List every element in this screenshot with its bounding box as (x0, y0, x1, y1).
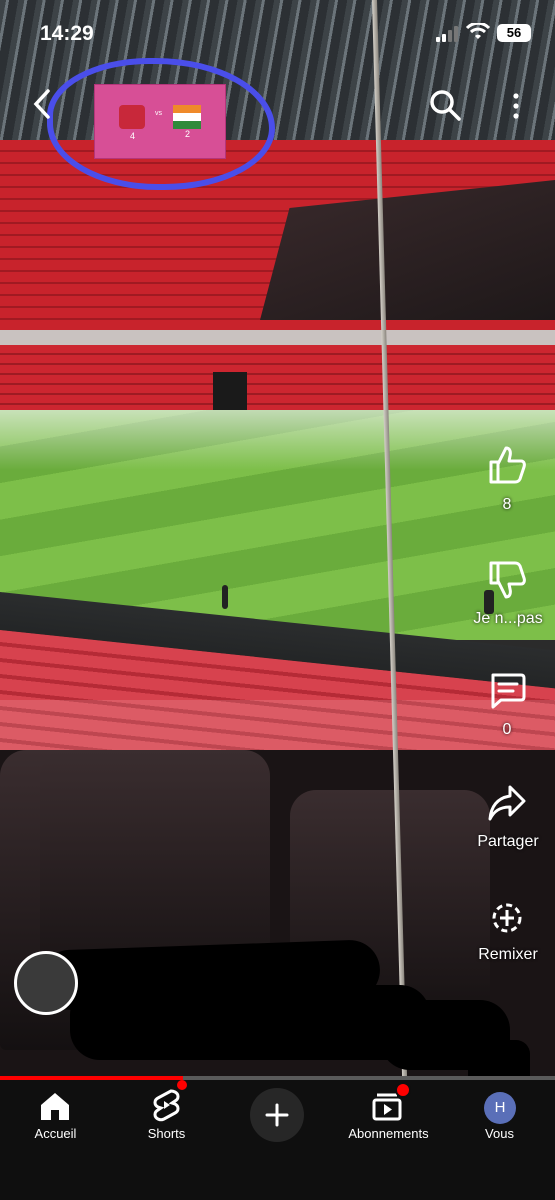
more-options-button[interactable] (505, 88, 527, 124)
home-icon (41, 1093, 69, 1120)
groundsman (222, 585, 228, 609)
thumbs-up-icon (489, 446, 526, 484)
like-count: 8 (502, 496, 512, 513)
share-icon (488, 785, 526, 821)
video-frame[interactable]: vs 4 2 (0, 0, 555, 1080)
create-button[interactable] (250, 1088, 304, 1142)
chevron-left-icon (33, 89, 50, 119)
stand-divider (0, 330, 555, 346)
lower-stand (0, 345, 555, 415)
shorts-icon (153, 1089, 180, 1122)
nav-label: Abonnements (348, 1126, 429, 1141)
dislike-label: Je n...pas (473, 610, 543, 627)
like-button[interactable] (483, 440, 531, 490)
channel-avatar[interactable] (14, 951, 78, 1015)
nav-item-abonnements[interactable]: Abonnements (333, 1080, 444, 1150)
cellular-signal-icon (436, 26, 460, 42)
status-bar: 14:29 56 (0, 0, 555, 60)
status-time: 14:29 (40, 22, 94, 45)
avatar-icon: H (484, 1092, 516, 1124)
nav-item-accueil[interactable]: Accueil (0, 1080, 111, 1150)
shorts-player-screen: vs 4 2 14:29 56 8 Je n...pas 0 Partager … (0, 0, 555, 1200)
search-button[interactable] (426, 86, 464, 124)
comments-button[interactable] (484, 668, 530, 714)
more-vertical-icon (513, 93, 519, 119)
dislike-button[interactable] (483, 555, 531, 605)
remix-label: Remixer (478, 946, 538, 963)
players-tunnel (213, 372, 247, 412)
share-label: Partager (477, 833, 539, 850)
battery-indicator: 56 (497, 24, 531, 42)
nav-item-shorts[interactable]: Shorts (111, 1080, 222, 1150)
shorts-notification-dot (177, 1080, 187, 1090)
remix-icon (492, 903, 522, 933)
subscriptions-notification-dot (395, 1082, 411, 1098)
thumbs-down-icon (489, 561, 526, 599)
bottom-navigation: Accueil Shorts Abonnements H Vous (0, 1080, 555, 1200)
redaction-scribble (468, 1040, 530, 1080)
nav-label: Vous (485, 1126, 514, 1141)
share-button[interactable] (484, 780, 530, 826)
nav-label: Shorts (147, 1126, 186, 1141)
comment-count: 0 (502, 721, 512, 738)
wifi-icon (465, 21, 491, 43)
back-button[interactable] (28, 86, 56, 122)
nav-item-vous[interactable]: H Vous (444, 1080, 555, 1150)
redaction-scribble (70, 985, 430, 1060)
nav-label: Accueil (34, 1126, 77, 1141)
plus-icon (265, 1103, 289, 1127)
comment-icon (491, 673, 526, 709)
remix-button[interactable] (484, 895, 530, 941)
search-icon (430, 90, 461, 121)
